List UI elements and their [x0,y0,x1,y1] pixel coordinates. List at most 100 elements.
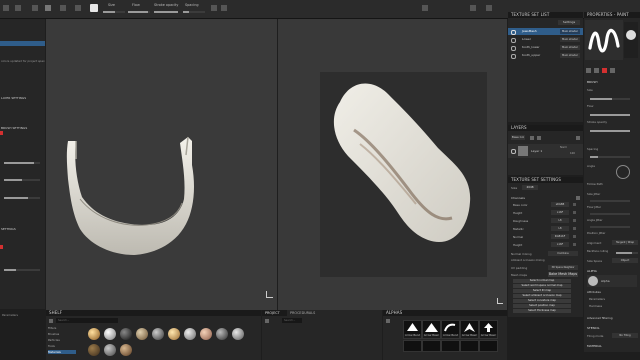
filter-icon[interactable] [386,319,390,323]
paint-mode-icon[interactable] [586,68,591,73]
filter-icon[interactable] [265,319,269,323]
camera-icon[interactable] [422,5,428,11]
prop-stroke-opacity-slider[interactable] [590,130,630,132]
eye-icon[interactable] [511,30,516,35]
alignment-dropdown[interactable]: Tangent | Wrap [612,240,638,245]
channel-format[interactable]: L8 [551,218,569,223]
left-panel-selected-row[interactable] [0,41,45,46]
delete-layer-icon[interactable] [576,136,580,140]
angle-jitter-slider[interactable] [590,226,630,228]
select-map-button[interactable]: Select position map [513,304,571,308]
alpha-tile[interactable]: Arrow Basic [479,320,498,339]
texture-set-item[interactable]: Lower Main shader [508,36,583,43]
size-space-dropdown[interactable]: Object [612,258,638,263]
remove-channel-icon[interactable] [573,211,576,214]
render-icon[interactable] [486,5,492,11]
texture-set-shader[interactable]: Main shader [560,29,580,34]
remove-channel-icon[interactable] [573,235,576,238]
shelf-filter-icon[interactable] [49,319,53,323]
red-accent-icon[interactable] [602,68,607,73]
menu-icon[interactable] [3,5,9,11]
texture-set-shader[interactable]: Main shader [560,37,580,42]
select-map-button[interactable]: Select normal map [513,279,571,283]
channel-row[interactable]: Height L16F [511,242,580,248]
toolbar-flow-slider[interactable] [128,11,150,13]
select-map-button[interactable]: Select ID map [513,289,571,293]
channel-row[interactable]: Height L16F [511,210,580,216]
left-panel-slider[interactable] [4,269,40,271]
select-map-button[interactable]: Select ambient occlusion map [513,294,571,298]
left-panel-slider[interactable] [4,162,40,164]
active-tool-icon[interactable] [90,4,98,12]
material-ball[interactable] [136,328,148,340]
alpha-tile[interactable] [441,340,460,352]
prop-spacing-slider[interactable] [590,156,630,158]
eraser-icon[interactable] [60,5,66,11]
channel-row[interactable]: Base color sRGB8 [511,202,580,208]
layer-opacity[interactable]: 100 [570,152,575,155]
material-ball[interactable] [104,344,116,356]
brush-thumbnail[interactable] [624,22,638,58]
material-ball[interactable] [216,328,228,340]
texture-set-shader[interactable]: Main shader [560,45,580,50]
material-ball[interactable] [88,328,100,340]
backface-culling-slider[interactable] [616,252,638,254]
channel-format[interactable]: L8 [551,226,569,231]
channel-row[interactable]: Metallic L8 [511,226,580,232]
remove-channel-icon[interactable] [573,203,576,206]
grid-icon[interactable] [15,5,21,11]
toolbar-stroke-opacity-slider[interactable] [154,11,178,13]
toolbar-spacing-slider[interactable] [183,11,205,13]
material-mode-icon[interactable] [594,68,599,73]
alpha-tile[interactable] [479,340,498,352]
prop-flow-slider[interactable] [590,114,630,116]
channel-row[interactable]: Normal RGB16F [511,234,580,240]
texture-set-item[interactable]: JawsMesh Main shader [508,28,583,35]
bake-mesh-maps-button[interactable]: Bake Mesh Maps [548,272,578,277]
material-ball[interactable] [168,328,180,340]
alpha-slot[interactable]: Alpha [587,275,637,287]
eye-icon[interactable] [511,149,516,154]
shelf-category[interactable]: Filters [48,326,56,330]
eye-icon[interactable] [511,54,516,59]
remove-channel-icon[interactable] [573,227,576,230]
remove-channel-icon[interactable] [573,219,576,222]
viewport-3d[interactable] [46,19,277,310]
brush-icon[interactable] [45,5,51,11]
view-mode-icon[interactable] [470,5,476,11]
layer-blend[interactable]: Norm [560,146,567,149]
eye-icon[interactable] [511,38,516,43]
texture-set-item[interactable]: tooth_lower Main shader [508,44,583,51]
channel-format[interactable]: sRGB8 [551,202,569,207]
channel-format[interactable]: L16F [551,242,569,247]
flow-jitter-slider[interactable] [590,213,630,215]
texture-set-settings-dropdown[interactable]: Settings [558,20,580,25]
tab-project[interactable]: PROJECT [262,310,287,316]
eye-icon[interactable] [511,46,516,51]
alpha-tile[interactable] [422,340,441,352]
shelf-category[interactable]: Brushes [48,332,59,336]
uv-padding-dropdown[interactable]: 3D Space Neighbor [548,265,578,270]
lazy-mouse-icon[interactable] [221,5,227,11]
add-layer-icon[interactable] [530,136,534,140]
add-fill-icon[interactable] [537,136,541,140]
tab-procedurals[interactable]: PROCEDURALS [288,310,326,316]
material-ball[interactable] [232,328,244,340]
shelf-category[interactable]: Tools [48,344,55,348]
prop-size-slider[interactable] [590,98,630,100]
left-panel-slider[interactable] [4,197,40,199]
material-ball[interactable] [152,328,164,340]
alpha-tile[interactable] [403,340,422,352]
select-map-button[interactable]: Select curvature map [513,299,571,303]
texture-set-item[interactable]: tooth_upper Main shader [508,52,583,59]
shelf-category[interactable]: Materials [48,350,76,354]
symmetry-icon[interactable] [211,5,217,11]
select-map-button[interactable]: Select world space normal map [513,284,571,288]
shelf-search-field[interactable]: Search... [56,318,118,323]
channel-format[interactable]: RGB16F [551,234,569,239]
add-channel-icon[interactable] [576,196,580,200]
size-dropdown[interactable]: 2048 [522,185,538,190]
layer-row[interactable]: Layer 1 Norm 100 [508,144,583,158]
layers-mode-dropdown[interactable]: Base Col [511,135,525,140]
size-jitter-slider[interactable] [590,200,630,202]
